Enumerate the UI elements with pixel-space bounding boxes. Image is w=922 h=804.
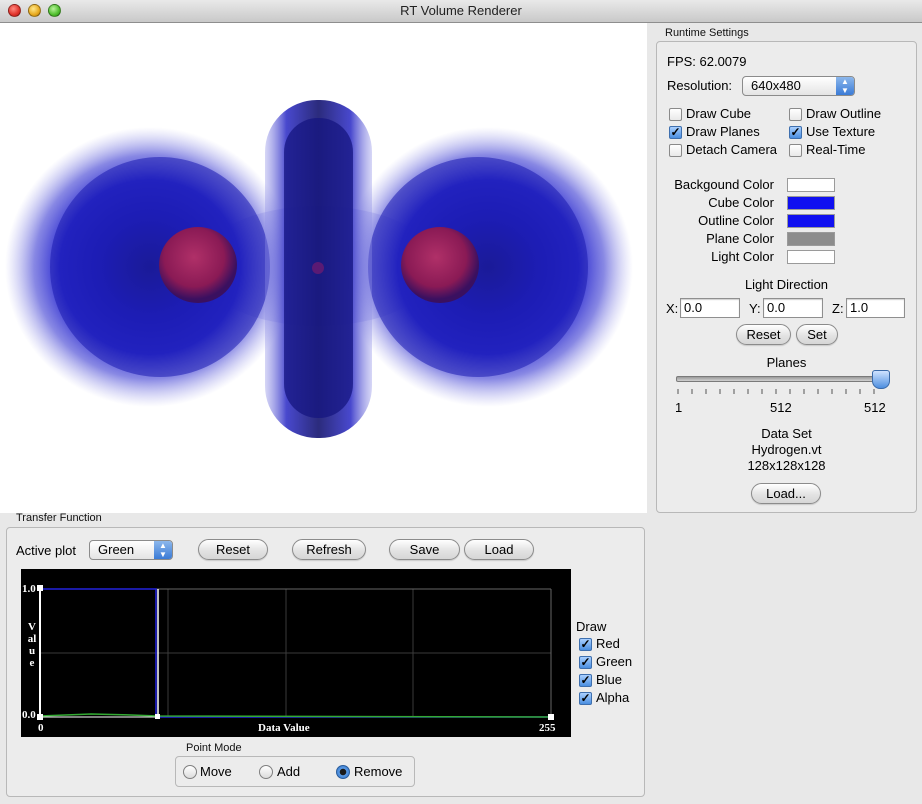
draw-blue-label: Blue (596, 672, 623, 687)
draw-cube-checkbox[interactable] (669, 108, 682, 121)
light-y-label: Y: (749, 301, 761, 316)
transfer-refresh-button[interactable]: Refresh (292, 539, 366, 560)
light-x-label: X: (666, 301, 679, 316)
active-plot-label: Active plot (16, 543, 76, 558)
planes-mid-label: 512 (770, 400, 792, 415)
use-texture-label: Use Texture (806, 124, 876, 139)
volume-rendering-image (5, 100, 633, 438)
dataset-load-button[interactable]: Load... (751, 483, 821, 504)
outline-color-swatch[interactable] (787, 214, 835, 228)
draw-alpha-checkbox[interactable]: ✓ (579, 692, 592, 705)
popup-arrows-icon: ▲ ▼ (154, 541, 172, 559)
plot-y-axis-label: Value (27, 621, 37, 669)
use-texture-checkbox[interactable]: ✓ (789, 126, 802, 139)
resolution-value: 640x480 (751, 78, 801, 93)
cube-color-swatch[interactable] (787, 196, 835, 210)
fps-readout: FPS: 62.0079 (667, 54, 747, 69)
plot-y-min-label: 0.0 (22, 709, 36, 721)
point-mode-remove-label: Remove (354, 764, 403, 779)
light-x-input[interactable]: 0.0 (680, 298, 740, 318)
dataset-name: Hydrogen.vt (751, 442, 822, 457)
draw-planes-label: Draw Planes (686, 124, 760, 139)
plot-x-max-label: 255 (539, 722, 556, 734)
draw-planes-checkbox[interactable]: ✓ (669, 126, 682, 139)
control-point[interactable] (155, 714, 160, 719)
outline-color-label: Outline Color (698, 213, 774, 228)
light-z-label: Z: (832, 301, 844, 316)
transfer-plot-canvas (37, 585, 554, 720)
transfer-load-button[interactable]: Load (464, 539, 534, 560)
title-bar: RT Volume Renderer (0, 0, 922, 23)
point-mode-remove-radio[interactable] (336, 765, 350, 779)
background-color-swatch[interactable] (787, 178, 835, 192)
light-direction-title: Light Direction (744, 277, 829, 292)
cube-color-label: Cube Color (708, 195, 774, 210)
transfer-function-plot[interactable]: 1.0 0.0 0 255 Data Value Value (21, 569, 571, 737)
plot-x-axis-label: Data Value (258, 722, 310, 734)
detach-camera-label: Detach Camera (686, 142, 778, 157)
light-y-input[interactable]: 0.0 (763, 298, 823, 318)
render-viewport[interactable] (0, 23, 647, 513)
light-z-input[interactable]: 1.0 (846, 298, 905, 318)
background-color-label: Backgound Color (674, 177, 774, 192)
point-mode-move-radio[interactable] (183, 765, 197, 779)
active-plot-value: Green (98, 542, 135, 557)
draw-cube-label: Draw Cube (686, 106, 752, 121)
draw-green-checkbox[interactable]: ✓ (579, 656, 592, 669)
point-mode-move-label: Move (200, 764, 232, 779)
planes-slider-thumb[interactable] (872, 370, 890, 389)
runtime-settings-label: Runtime Settings (665, 27, 749, 39)
popup-arrows-icon: ▲ ▼ (836, 77, 854, 95)
window-title: RT Volume Renderer (400, 3, 522, 18)
light-set-button[interactable]: Set (796, 324, 838, 345)
planes-slider-track (676, 376, 886, 382)
light-color-swatch[interactable] (787, 250, 835, 264)
active-plot-select[interactable]: Green ▲ ▼ (89, 540, 173, 560)
transfer-save-button[interactable]: Save (389, 539, 460, 560)
resolution-select[interactable]: 640x480 ▲ ▼ (742, 76, 855, 96)
plane-color-swatch[interactable] (787, 232, 835, 246)
detach-camera-checkbox[interactable] (669, 144, 682, 157)
draw-outline-label: Draw Outline (806, 106, 882, 121)
light-color-label: Light Color (711, 249, 774, 264)
control-point[interactable] (37, 714, 43, 720)
draw-outline-checkbox[interactable] (789, 108, 802, 121)
control-point[interactable] (37, 585, 43, 591)
draw-red-checkbox[interactable]: ✓ (579, 638, 592, 651)
planes-max-label: 512 (864, 400, 886, 415)
control-point[interactable] (548, 714, 554, 720)
transfer-reset-button[interactable]: Reset (198, 539, 268, 560)
point-mode-add-label: Add (277, 764, 301, 779)
draw-alpha-label: Alpha (596, 690, 630, 705)
draw-green-label: Green (596, 654, 633, 669)
resolution-label: Resolution: (667, 78, 733, 93)
plane-color-label: Plane Color (706, 231, 774, 246)
planes-slider-ticks (677, 389, 875, 394)
plot-y-max-label: 1.0 (22, 583, 36, 595)
transfer-function-label: Transfer Function (16, 512, 102, 524)
draw-title: Draw (576, 619, 607, 634)
light-reset-button[interactable]: Reset (736, 324, 791, 345)
dataset-title: Data Set (761, 426, 812, 441)
point-mode-label: Point Mode (186, 742, 242, 754)
draw-blue-checkbox[interactable]: ✓ (579, 674, 592, 687)
planes-min-label: 1 (675, 400, 683, 415)
dataset-dimensions: 128x128x128 (747, 458, 826, 473)
plot-x-min-label: 0 (38, 722, 44, 734)
draw-red-label: Red (596, 636, 620, 651)
planes-slider[interactable] (672, 368, 892, 398)
real-time-label: Real-Time (806, 142, 866, 157)
real-time-checkbox[interactable] (789, 144, 802, 157)
point-mode-add-radio[interactable] (259, 765, 273, 779)
